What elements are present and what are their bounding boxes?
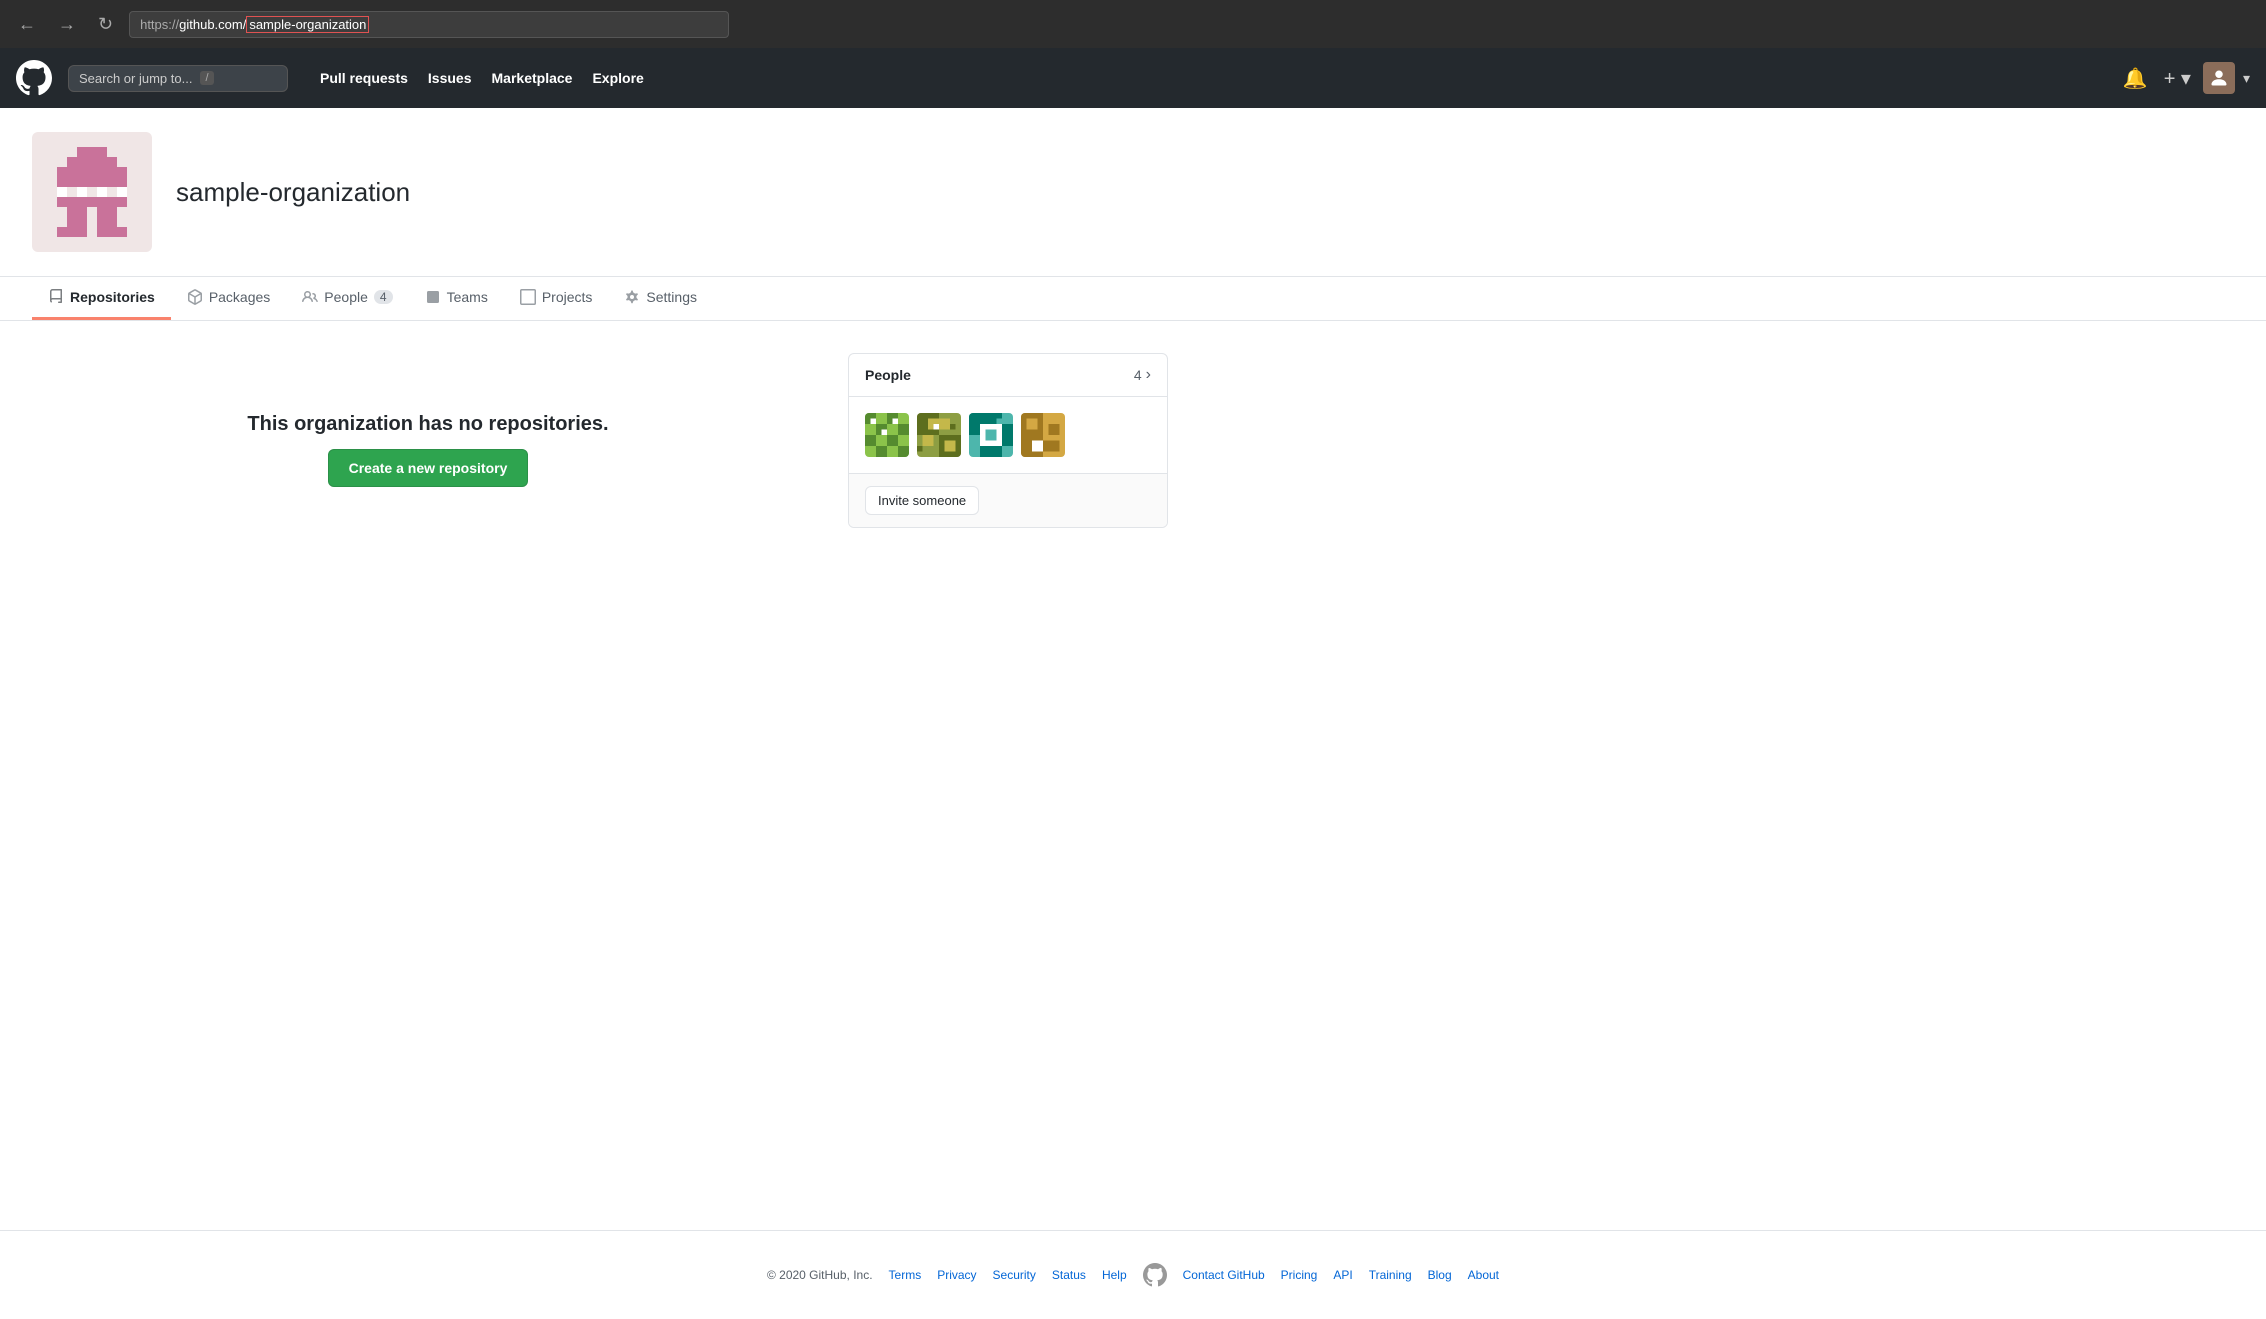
back-button[interactable]: ←: [12, 12, 42, 37]
url-domain: github.com/: [179, 17, 246, 32]
people-card-header: People 4 ›: [849, 354, 1167, 397]
org-tabs: Repositories Packages People 4 Teams Pro…: [0, 277, 2266, 321]
notifications-button[interactable]: 🔔: [2119, 62, 2152, 95]
refresh-button[interactable]: ↻: [92, 12, 119, 37]
org-name: sample-organization: [176, 177, 410, 208]
org-avatar: [32, 132, 152, 252]
nav-explore[interactable]: Explore: [584, 64, 651, 92]
tab-packages[interactable]: Packages: [171, 277, 286, 320]
page-content: sample-organization Repositories Package…: [0, 108, 2266, 1230]
people-card-title: People: [865, 367, 911, 383]
tab-repositories[interactable]: Repositories: [32, 277, 171, 320]
main-content: This organization has no repositories. C…: [32, 353, 824, 536]
footer-api[interactable]: API: [1333, 1268, 1352, 1282]
people-count-number: 4: [1134, 367, 1142, 383]
search-placeholder: Search or jump to...: [79, 71, 192, 86]
page-footer: © 2020 GitHub, Inc. Terms Privacy Securi…: [0, 1230, 2266, 1319]
footer-about[interactable]: About: [1468, 1268, 1499, 1282]
main-nav: Pull requests Issues Marketplace Explore: [312, 64, 652, 92]
main-body: This organization has no repositories. C…: [0, 321, 1200, 568]
create-repo-button[interactable]: Create a new repository: [328, 449, 529, 487]
people-card-count[interactable]: 4 ›: [1134, 366, 1151, 384]
search-kbd: /: [200, 71, 213, 85]
address-bar[interactable]: https://github.com/sample-organization: [129, 11, 729, 38]
invite-someone-button[interactable]: Invite someone: [865, 486, 979, 515]
org-header: sample-organization: [0, 108, 2266, 277]
footer-github-logo: [1143, 1263, 1167, 1287]
no-repos-message: This organization has no repositories.: [52, 413, 804, 436]
nav-issues[interactable]: Issues: [420, 64, 480, 92]
header-right: 🔔 + ▾ ▾: [2119, 62, 2250, 95]
people-chevron-icon: ›: [1146, 366, 1151, 384]
avatar-caret[interactable]: ▾: [2243, 70, 2250, 87]
footer-privacy[interactable]: Privacy: [937, 1268, 976, 1282]
footer-status[interactable]: Status: [1052, 1268, 1086, 1282]
browser-chrome: ← → ↻ https://github.com/sample-organiza…: [0, 0, 2266, 48]
tab-projects[interactable]: Projects: [504, 277, 609, 320]
github-header: Search or jump to... / Pull requests Iss…: [0, 48, 2266, 108]
footer-training[interactable]: Training: [1369, 1268, 1412, 1282]
user-avatar[interactable]: [2203, 62, 2235, 94]
person-avatar-3[interactable]: [969, 413, 1013, 457]
search-box[interactable]: Search or jump to... /: [68, 65, 288, 92]
footer-help[interactable]: Help: [1102, 1268, 1127, 1282]
github-logo[interactable]: [16, 60, 52, 96]
footer-terms[interactable]: Terms: [889, 1268, 922, 1282]
person-avatar-2[interactable]: [917, 413, 961, 457]
copyright: © 2020 GitHub, Inc.: [767, 1268, 873, 1282]
url-protocol: https://: [140, 17, 179, 32]
tab-settings[interactable]: Settings: [608, 277, 713, 320]
new-item-button[interactable]: + ▾: [2160, 62, 2195, 95]
nav-marketplace[interactable]: Marketplace: [484, 64, 581, 92]
footer-contact[interactable]: Contact GitHub: [1183, 1268, 1265, 1282]
footer-blog[interactable]: Blog: [1428, 1268, 1452, 1282]
people-card: People 4 ›: [848, 353, 1168, 528]
people-grid: [849, 397, 1167, 473]
people-count: 4: [374, 290, 393, 304]
tab-teams[interactable]: Teams: [409, 277, 504, 320]
nav-pull-requests[interactable]: Pull requests: [312, 64, 416, 92]
person-avatar-1[interactable]: [865, 413, 909, 457]
footer-security[interactable]: Security: [993, 1268, 1036, 1282]
person-avatar-4[interactable]: [1021, 413, 1065, 457]
forward-button[interactable]: →: [52, 12, 82, 37]
footer-pricing[interactable]: Pricing: [1281, 1268, 1318, 1282]
sidebar: People 4 ›: [848, 353, 1168, 536]
tab-people[interactable]: People 4: [286, 277, 408, 320]
url-org: sample-organization: [246, 16, 369, 33]
people-card-footer: Invite someone: [849, 473, 1167, 527]
